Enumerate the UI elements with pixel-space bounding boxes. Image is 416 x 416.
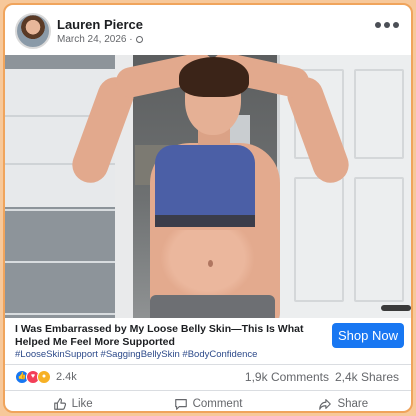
more-horizontal-icon [375, 22, 381, 28]
hair [179, 57, 249, 97]
navel [208, 260, 213, 267]
reactions-summary[interactable]: 👍 ♥ ● 2.4k [15, 368, 77, 386]
share-icon [319, 399, 332, 410]
comment-label: Comment [192, 398, 243, 410]
sports-bra-band [155, 215, 255, 227]
wow-reaction-icon: ● [37, 370, 51, 384]
shop-now-button[interactable]: Shop Now [332, 323, 404, 348]
share-label: Share [337, 398, 369, 410]
sports-bra [155, 145, 255, 225]
ad-headline[interactable]: I Was Embarrassed by My Loose Belly Skin… [15, 323, 320, 349]
share-button[interactable]: Share [276, 392, 411, 411]
reaction-count: 2.4k [56, 371, 77, 383]
thumbs-up-icon [53, 398, 66, 410]
more-options-button[interactable] [375, 17, 399, 33]
globe-icon [136, 35, 144, 43]
comment-button[interactable]: Comment [140, 392, 275, 411]
leggings [150, 295, 275, 318]
comment-count[interactable]: 1,9k Comments [245, 370, 329, 384]
post-header: Lauren Pierce March 24, 2026 · [5, 5, 411, 57]
more-horizontal-icon-dot [393, 22, 399, 28]
action-bar: Like Comment Share [5, 392, 411, 411]
like-label: Like [71, 398, 93, 410]
divider [5, 390, 411, 391]
date-separator: · [129, 34, 133, 45]
like-button[interactable]: Like [5, 392, 140, 411]
post-date-text[interactable]: March 24, 2026 [57, 34, 127, 45]
engagement-stats: 1,9k Comments 2,4k Shares [245, 370, 399, 384]
post-photo[interactable] [5, 55, 411, 318]
post-date[interactable]: March 24, 2026 · [57, 34, 144, 45]
share-count[interactable]: 2,4k Shares [335, 370, 399, 384]
more-horizontal-icon-dot [384, 22, 390, 28]
author-name[interactable]: Lauren Pierce [57, 17, 143, 32]
divider [5, 364, 411, 365]
avatar[interactable] [15, 13, 51, 49]
hashtags[interactable]: #LooseSkinSupport #SaggingBellySkin #Bod… [15, 349, 257, 360]
person [5, 55, 411, 318]
post-card: Lauren Pierce March 24, 2026 · I Was Emb… [3, 3, 413, 413]
comment-icon [174, 399, 187, 410]
